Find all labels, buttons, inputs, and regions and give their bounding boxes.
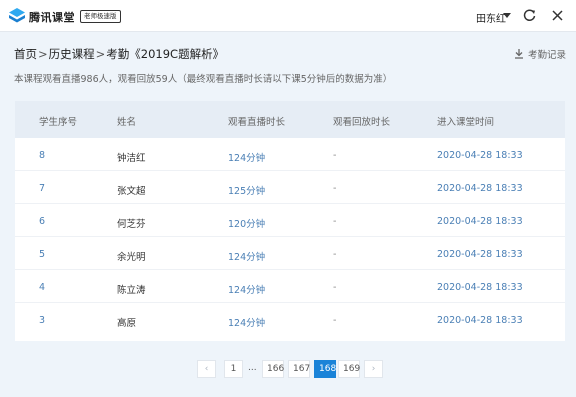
cell-join-time: 2020-04-28 18:33 <box>437 249 523 260</box>
breadcrumb-separator: > <box>95 47 106 61</box>
cell-replay-duration: - <box>333 150 337 161</box>
cell-live-duration: 124分钟 <box>228 252 266 263</box>
column-header-join-time: 进入课堂时间 <box>437 117 495 128</box>
cell-replay-duration: - <box>333 249 337 260</box>
cell-join-time: 2020-04-28 18:33 <box>437 282 523 293</box>
cell-name: 张文超 <box>117 186 146 197</box>
cell-live-duration: 124分钟 <box>228 318 266 329</box>
cell-join-time: 2020-04-28 18:33 <box>437 315 523 326</box>
cell-student-seq: 6 <box>39 216 46 227</box>
tencent-classroom-logo-icon <box>9 8 25 23</box>
attendance-summary: 本课程观看直播986人，观看回放59人（最终观看直播时长请以下课5分钟后的数据为… <box>14 74 393 85</box>
table-row: 7 张文超 125分钟 - 2020-04-28 18:33 <box>15 171 565 204</box>
table-row: 8 钟洁红 124分钟 - 2020-04-28 18:33 <box>15 138 565 171</box>
cell-replay-duration: - <box>333 315 337 326</box>
column-header-student-seq: 学生序号 <box>39 117 78 128</box>
pagination-page-button[interactable]: 1 <box>224 360 243 378</box>
cell-student-seq: 3 <box>39 315 46 326</box>
cell-name: 何芝芬 <box>117 219 146 230</box>
close-icon[interactable] <box>551 9 564 22</box>
app-name: 腾讯课堂 <box>29 11 75 24</box>
breadcrumb: 首页>历史课程>考勤《2019C题解析》 <box>14 46 224 62</box>
cell-name: 余光明 <box>117 252 146 263</box>
cell-live-duration: 120分钟 <box>228 219 266 230</box>
cell-join-time: 2020-04-28 18:33 <box>437 150 523 161</box>
pagination-current-page[interactable]: 168 <box>314 360 336 378</box>
cell-student-seq: 4 <box>39 282 46 293</box>
breadcrumb-home[interactable]: 首页 <box>14 47 37 61</box>
cell-name: 高原 <box>117 318 137 329</box>
refresh-icon[interactable] <box>523 9 536 22</box>
cell-name: 钟洁红 <box>117 153 146 164</box>
attendance-record-link[interactable]: 考勤记录 <box>528 47 566 61</box>
user-menu-button[interactable]: 田东红 <box>476 10 506 25</box>
column-header-name: 姓名 <box>117 117 137 128</box>
breadcrumb-current: 考勤《2019C题解析》 <box>106 47 225 61</box>
edition-badge: 老师极速版 <box>80 10 121 23</box>
breadcrumb-history-courses[interactable]: 历史课程 <box>49 47 95 61</box>
breadcrumb-separator: > <box>38 47 48 61</box>
table-row: 3 高原 124分钟 - 2020-04-28 18:33 <box>15 303 565 336</box>
cell-live-duration: 125分钟 <box>228 186 266 197</box>
cell-student-seq: 7 <box>39 183 46 194</box>
attendance-table: 学生序号 姓名 观看直播时长 观看回放时长 进入课堂时间 8 钟洁红 124分钟… <box>15 101 565 341</box>
cell-join-time: 2020-04-28 18:33 <box>437 216 523 227</box>
pagination-next-button[interactable]: › <box>364 360 383 378</box>
pagination-page-button[interactable]: 167 <box>288 360 310 378</box>
cell-student-seq: 5 <box>39 249 46 260</box>
cell-student-seq: 8 <box>39 150 46 161</box>
caret-down-icon[interactable] <box>503 13 511 18</box>
table-row: 4 陈立涛 124分钟 - 2020-04-28 18:33 <box>15 270 565 303</box>
title-bar: 腾讯课堂 老师极速版 田东红 <box>0 0 576 32</box>
cell-replay-duration: - <box>333 282 337 293</box>
cell-name: 陈立涛 <box>117 285 146 296</box>
pagination-ellipsis: ... <box>248 363 257 373</box>
cell-replay-duration: - <box>333 216 337 227</box>
column-header-replay-duration: 观看回放时长 <box>333 117 391 128</box>
cell-live-duration: 124分钟 <box>228 153 266 164</box>
cell-join-time: 2020-04-28 18:33 <box>437 183 523 194</box>
pagination-page-button[interactable]: 169 <box>338 360 360 378</box>
table-row: 6 何芝芬 120分钟 - 2020-04-28 18:33 <box>15 204 565 237</box>
table-header: 学生序号 姓名 观看直播时长 观看回放时长 进入课堂时间 <box>15 101 565 138</box>
column-header-live-duration: 观看直播时长 <box>228 117 286 128</box>
download-icon[interactable] <box>514 48 524 59</box>
pagination-prev-button[interactable]: ‹ <box>197 360 216 378</box>
cell-live-duration: 124分钟 <box>228 285 266 296</box>
pagination-page-button[interactable]: 166 <box>262 360 284 378</box>
cell-replay-duration: - <box>333 183 337 194</box>
table-row: 5 余光明 124分钟 - 2020-04-28 18:33 <box>15 237 565 270</box>
